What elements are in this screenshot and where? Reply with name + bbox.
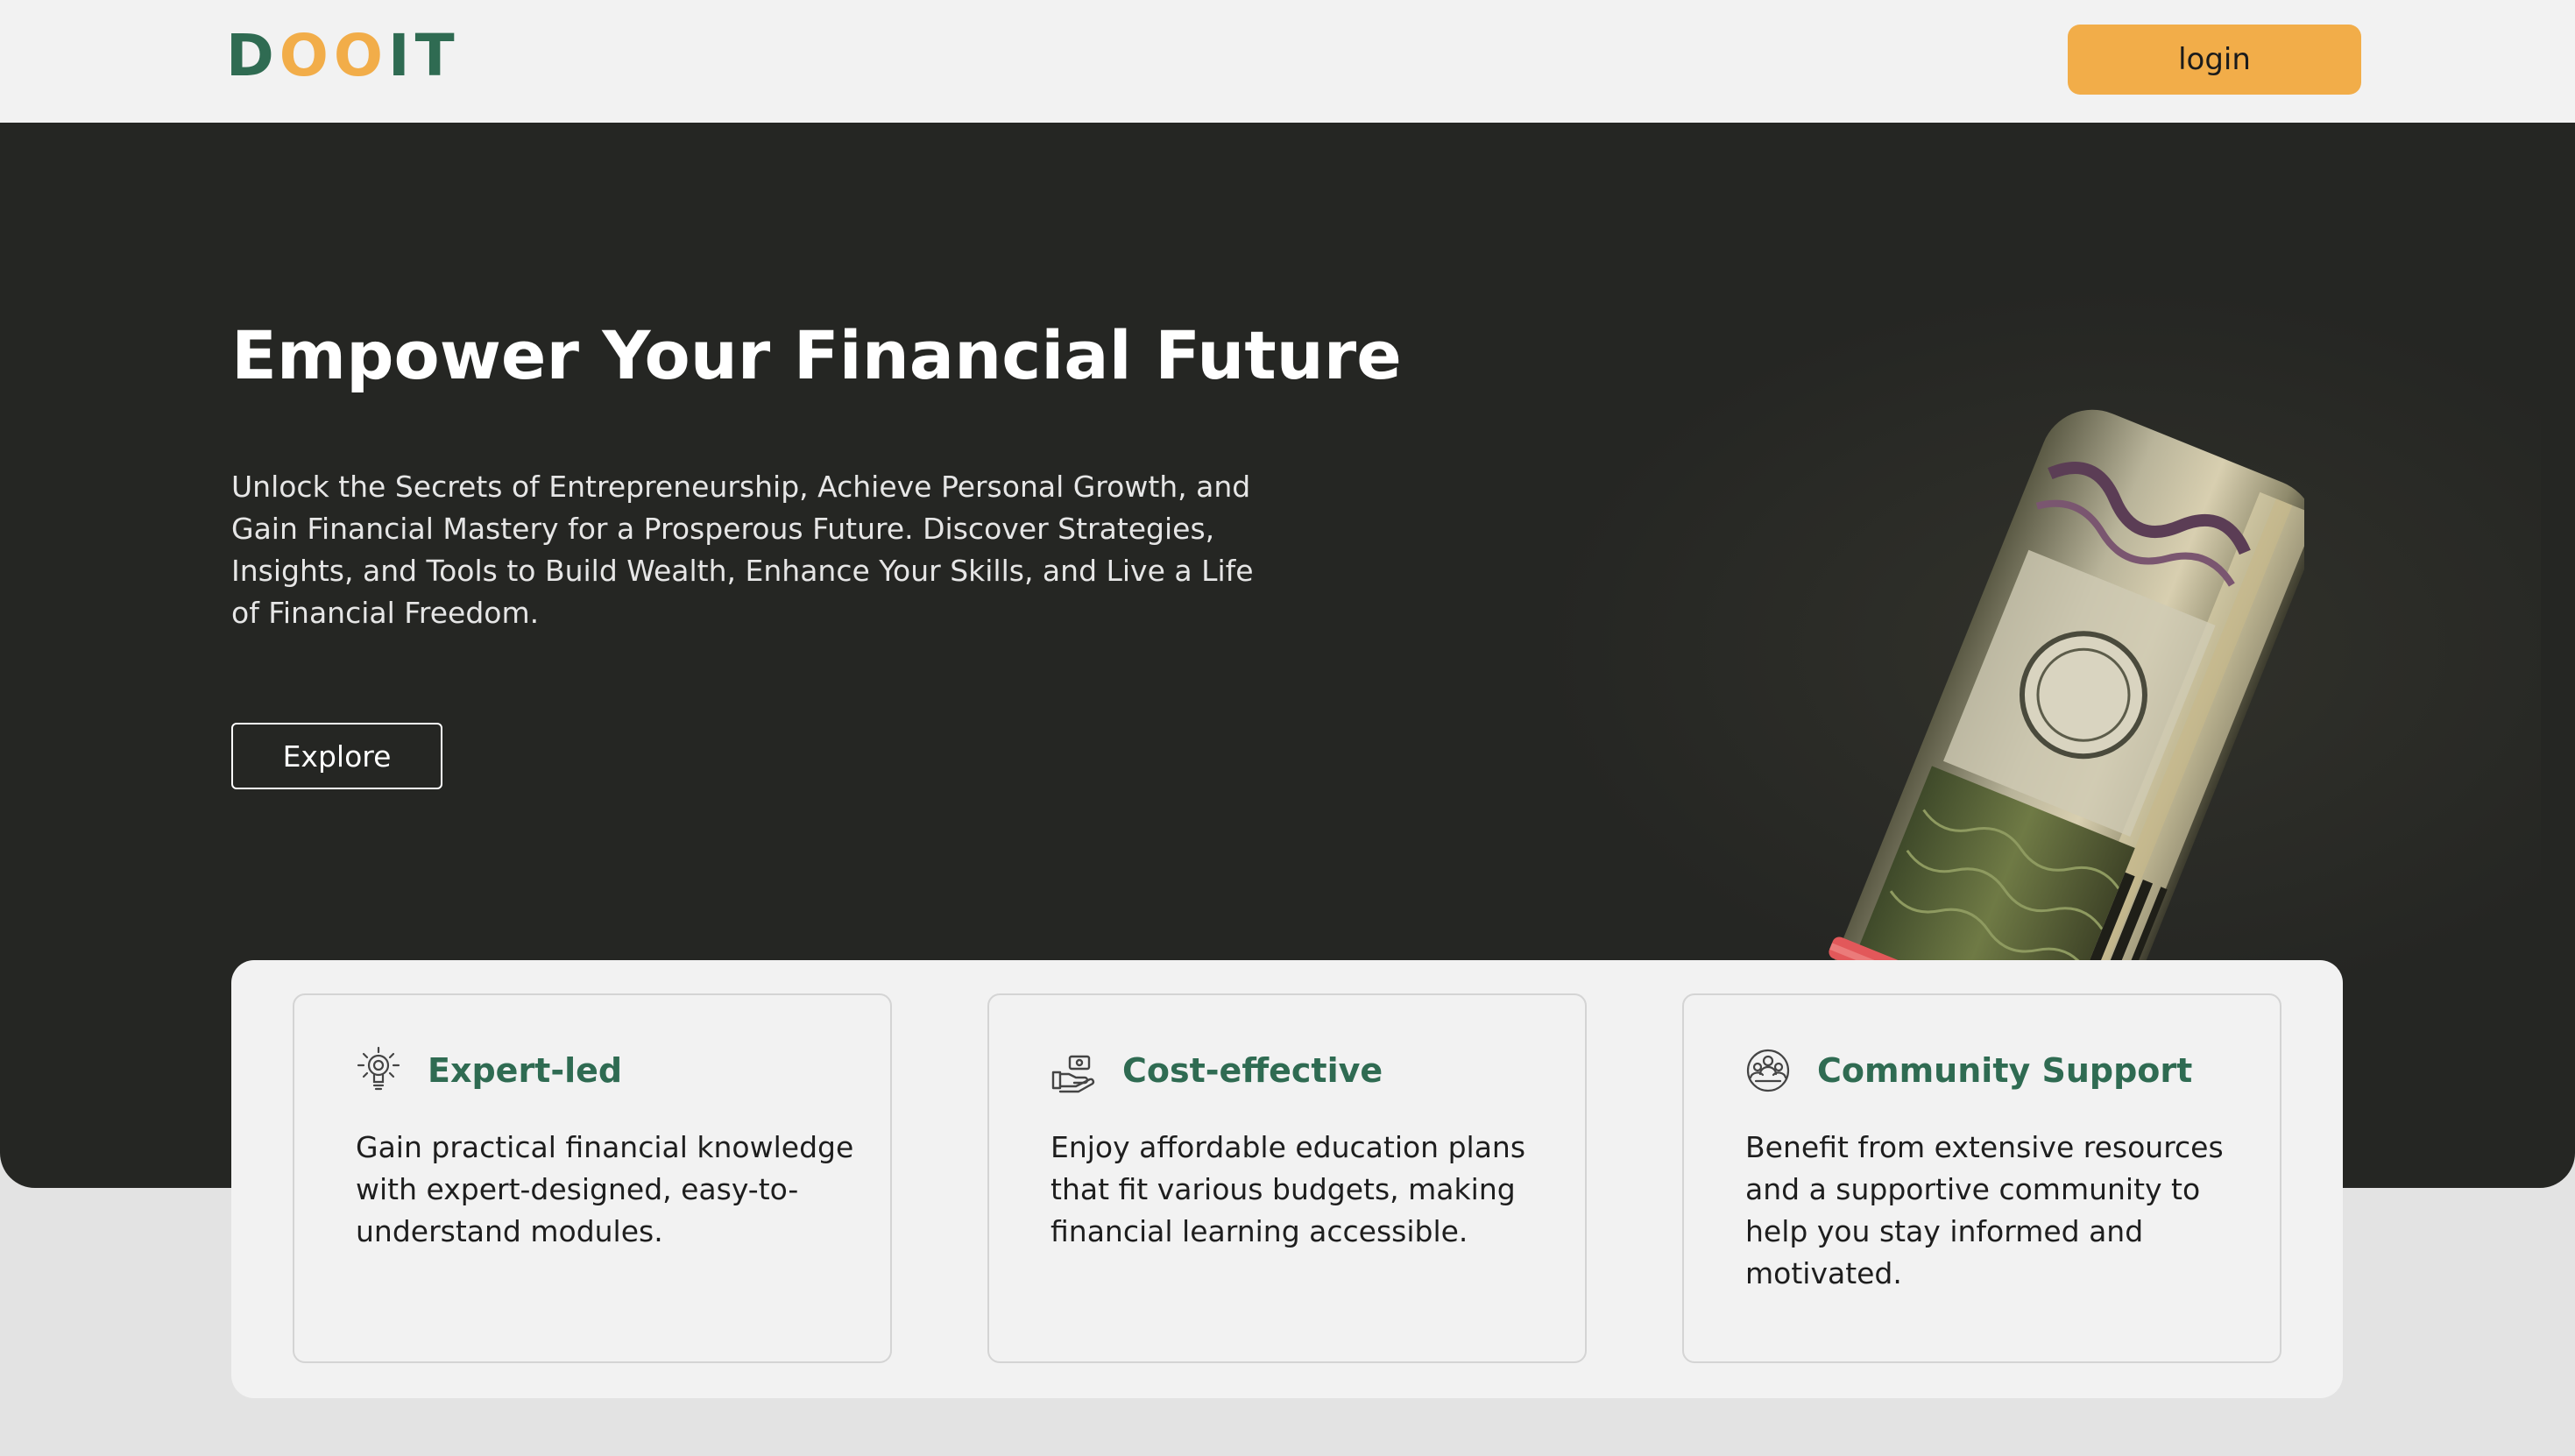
top-navbar: DOOIT login bbox=[0, 0, 2575, 124]
feature-title: Community Support bbox=[1817, 1051, 2193, 1090]
hero-subtitle: Unlock the Secrets of Entrepreneurship, … bbox=[231, 470, 1254, 630]
lightbulb-icon bbox=[357, 1046, 400, 1091]
community-icon bbox=[1746, 1049, 1790, 1092]
hero-title: Empower Your Financial Future bbox=[231, 316, 1402, 394]
explore-button[interactable]: Explore bbox=[231, 723, 442, 789]
feature-title: Expert-led bbox=[428, 1051, 623, 1090]
feature-card-community-support: Community Support Benefit from extensive… bbox=[1682, 993, 2281, 1363]
feature-description: Gain practical financial knowledge with … bbox=[356, 1130, 854, 1248]
features-panel: Expert-led Gain practical financial know… bbox=[231, 960, 2343, 1398]
feature-description: Benefit from extensive resources and a s… bbox=[1745, 1130, 2224, 1290]
feature-card-expert-led: Expert-led Gain practical financial know… bbox=[293, 993, 892, 1363]
hand-money-icon bbox=[1051, 1055, 1095, 1093]
feature-description: Enjoy affordable education plans that fi… bbox=[1051, 1130, 1526, 1248]
login-button[interactable]: login bbox=[2068, 25, 2361, 95]
feature-card-cost-effective: Cost-effective Enjoy affordable educatio… bbox=[987, 993, 1587, 1363]
feature-title: Cost-effective bbox=[1122, 1051, 1383, 1090]
dooit-logo[interactable]: DOOIT bbox=[226, 27, 460, 85]
